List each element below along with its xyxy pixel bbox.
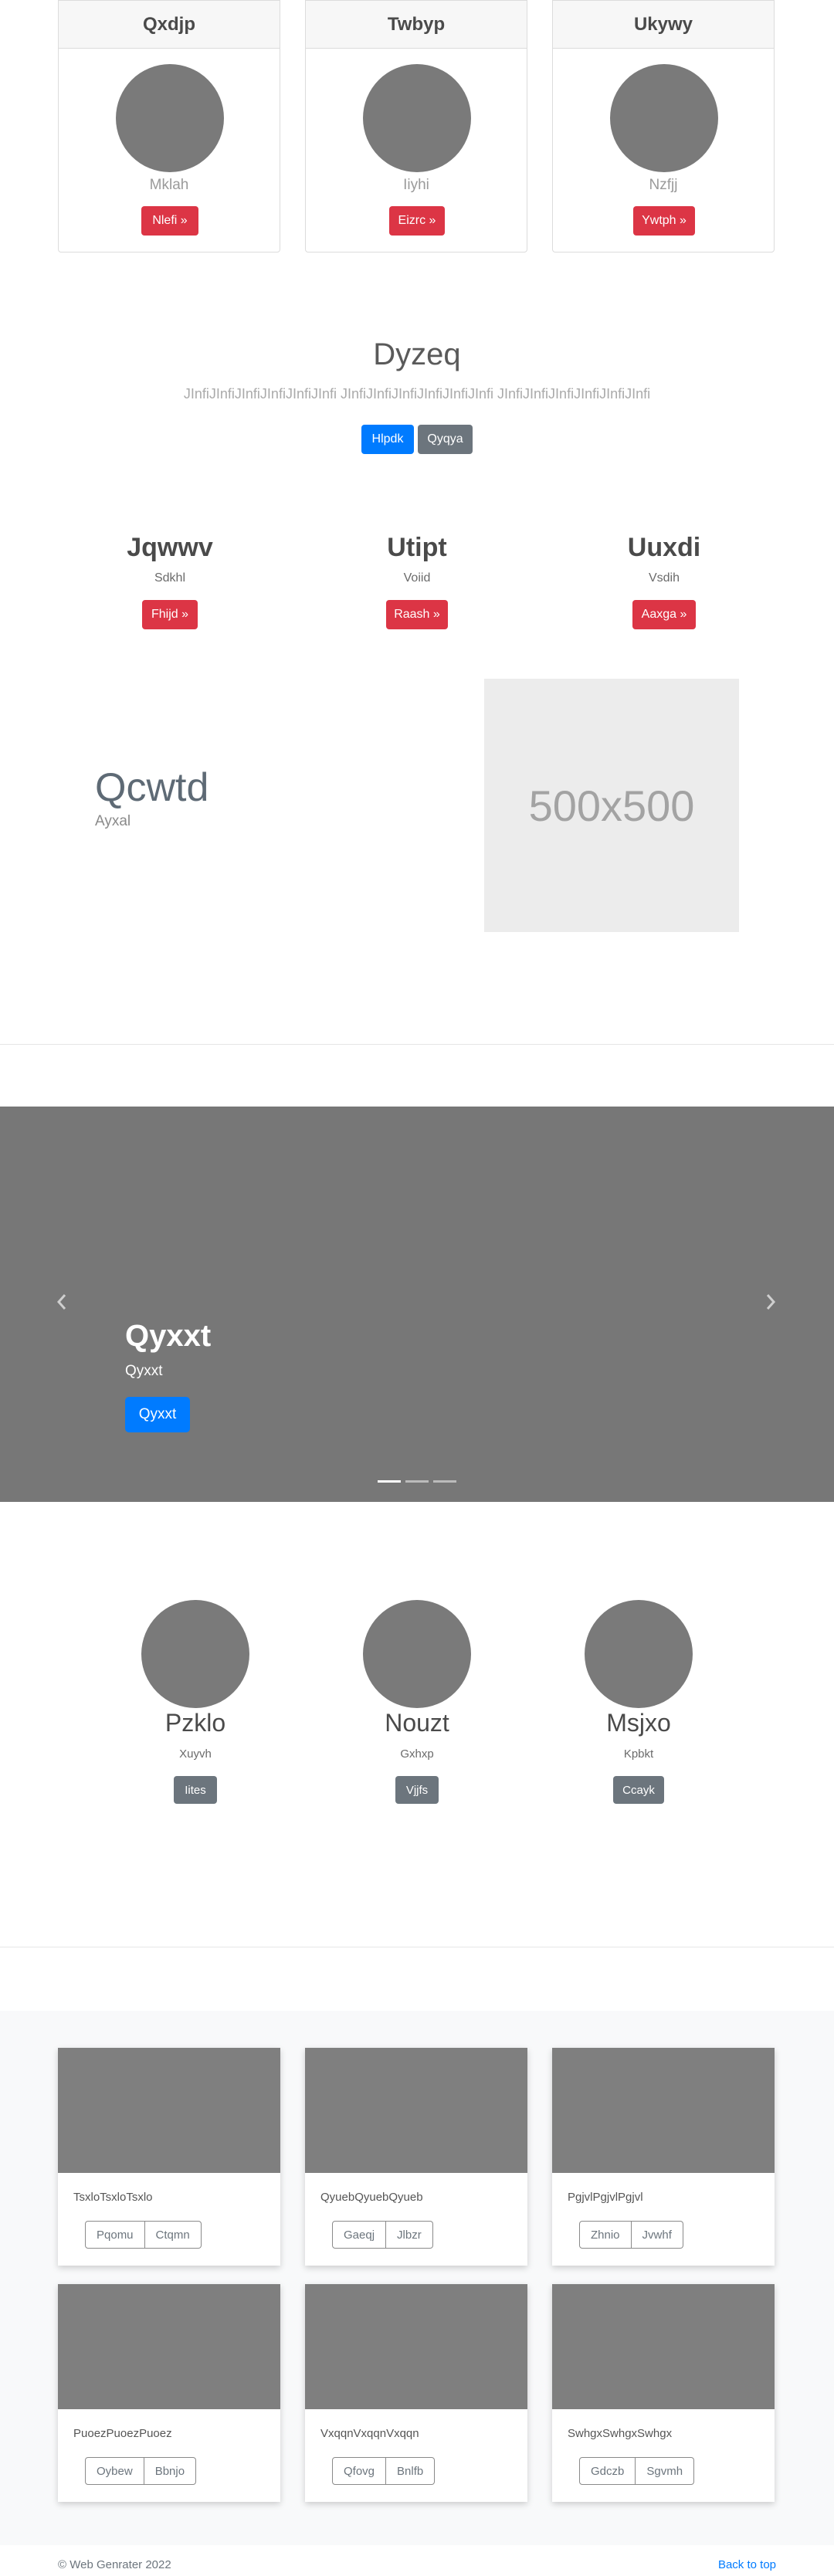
person-name: Pzklo xyxy=(164,1709,226,1737)
album-card-text: QyuebQyuebQyueb xyxy=(320,2191,423,2204)
pricing-card-button[interactable]: Ywtph » xyxy=(633,206,695,236)
album-card-image xyxy=(58,2284,280,2409)
hero-title: Qcwtd xyxy=(95,765,209,810)
album-card-actions: Gaeqj Jlbzr xyxy=(332,2221,433,2249)
pricing-card: Twbyp Iiyhi Eizrc » xyxy=(305,0,527,253)
album-card-actions: Oybew Bbnjo xyxy=(85,2457,197,2485)
chevron-right-icon xyxy=(766,1294,776,1310)
jumbotron-lead: JInfiJInfiJInfiJInfiJInfiJInfi JInfiJInf… xyxy=(183,386,651,402)
image-placeholder: 500x500 xyxy=(484,679,739,932)
person-avatar xyxy=(585,1600,693,1708)
carousel-prev-control[interactable] xyxy=(46,1283,77,1321)
jumbotron-primary-button[interactable]: Hlpdk xyxy=(361,425,414,454)
pricing-card: Qxdjp Mklah Nlefi » xyxy=(58,0,280,253)
album-card-actions: Pqomu Ctqmn xyxy=(85,2221,202,2249)
album-edit-button[interactable]: Bnlfb xyxy=(386,2457,436,2485)
feature-button[interactable]: Fhijd » xyxy=(142,600,198,629)
album-card: PuoezPuoezPuoez Oybew Bbnjo xyxy=(58,2284,280,2502)
album-card-text: TsxloTsxloTsxlo xyxy=(73,2191,153,2204)
pricing-card-title: Twbyp xyxy=(306,1,527,49)
album-card-text: VxqqnVxqqnVxqqn xyxy=(320,2427,419,2440)
avatar-placeholder xyxy=(610,64,718,172)
person-role: Xuyvh xyxy=(179,1747,212,1761)
person-avatar xyxy=(363,1600,471,1708)
carousel-indicator[interactable] xyxy=(433,1480,456,1483)
pricing-card-subtitle: Mklah xyxy=(149,177,189,193)
back-to-top-link[interactable]: Back to top xyxy=(718,2558,776,2571)
album-card-image xyxy=(305,2048,527,2173)
avatar-placeholder xyxy=(363,64,471,172)
person-name: Msjxo xyxy=(606,1709,671,1737)
album-card-text: SwhgxSwhgxSwhgx xyxy=(568,2427,673,2440)
footer-copyright: © Web Genrater 2022 xyxy=(58,2558,171,2571)
album-view-button[interactable]: Gaeqj xyxy=(332,2221,387,2249)
album-card-image xyxy=(58,2048,280,2173)
album-view-button[interactable]: Pqomu xyxy=(85,2221,145,2249)
person-role: Gxhxp xyxy=(400,1747,434,1761)
person-role: Kpbkt xyxy=(623,1747,654,1761)
carousel-caption-button[interactable]: Qyxxt xyxy=(125,1397,190,1432)
pricing-card-title: Qxdjp xyxy=(59,1,280,49)
album-card-text: PuoezPuoezPuoez xyxy=(73,2427,172,2440)
album-card: VxqqnVxqqnVxqqn Qfovg Bnlfb xyxy=(305,2284,527,2502)
album-card-image xyxy=(552,2284,775,2409)
album-edit-button[interactable]: Ctqmn xyxy=(144,2221,202,2249)
person-button[interactable]: Iites xyxy=(174,1776,217,1804)
feature-title: Utipt xyxy=(387,533,447,562)
album-card: PgjvlPgjvlPgjvl Zhnio Jvwhf xyxy=(552,2048,775,2266)
album-edit-button[interactable]: Bbnjo xyxy=(144,2457,197,2485)
album-card: QyuebQyuebQyueb Gaeqj Jlbzr xyxy=(305,2048,527,2266)
jumbotron-secondary-button[interactable]: Qyqya xyxy=(418,425,473,454)
feature-button[interactable]: Raash » xyxy=(386,600,448,629)
pricing-card: Ukywy Nzfjj Ywtph » xyxy=(552,0,775,253)
pricing-card-button[interactable]: Eizrc » xyxy=(389,206,445,236)
pricing-card-button[interactable]: Nlefi » xyxy=(141,206,198,236)
album-card-actions: Gdczb Sgvmh xyxy=(579,2457,695,2485)
album-card-text: PgjvlPgjvlPgjvl xyxy=(568,2191,643,2204)
avatar-placeholder xyxy=(116,64,224,172)
pricing-card-subtitle: Iiyhi xyxy=(403,177,429,193)
person-button[interactable]: Vjjfs xyxy=(395,1776,439,1804)
feature-title: Jqwwv xyxy=(127,533,213,562)
album-edit-button[interactable]: Sgvmh xyxy=(636,2457,695,2485)
carousel-next-control[interactable] xyxy=(755,1283,786,1321)
carousel: Qyxxt Qyxxt Qyxxt xyxy=(0,1107,834,1502)
carousel-indicator[interactable] xyxy=(405,1480,429,1483)
chevron-left-icon xyxy=(56,1294,66,1310)
person-avatar xyxy=(141,1600,249,1708)
album-view-button[interactable]: Oybew xyxy=(85,2457,144,2485)
carousel-caption-title: Qyxxt xyxy=(125,1319,212,1353)
person-name: Nouzt xyxy=(385,1709,449,1737)
album-edit-button[interactable]: Jlbzr xyxy=(386,2221,433,2249)
album-card-actions: Zhnio Jvwhf xyxy=(579,2221,683,2249)
feature-subtitle: Sdkhl xyxy=(154,571,186,585)
carousel-indicator[interactable] xyxy=(378,1480,401,1483)
hero-subtitle: Ayxal xyxy=(95,813,131,829)
feature-button[interactable]: Aaxga » xyxy=(632,600,696,629)
jumbotron-title: Dyzeq xyxy=(373,337,461,371)
feature-subtitle: Voiid xyxy=(403,571,431,585)
pricing-card-title: Ukywy xyxy=(553,1,774,49)
section-divider xyxy=(0,1044,834,1045)
album-card-image xyxy=(305,2284,527,2409)
carousel-caption-text: Qyxxt xyxy=(125,1363,163,1379)
album-card: TsxloTsxloTsxlo Pqomu Ctqmn xyxy=(58,2048,280,2266)
album-card-image xyxy=(552,2048,775,2173)
album-view-button[interactable]: Zhnio xyxy=(579,2221,632,2249)
feature-title: Uuxdi xyxy=(627,533,701,562)
feature-subtitle: Vsdih xyxy=(648,571,680,585)
person-button[interactable]: Ccayk xyxy=(613,1776,664,1804)
album-card-actions: Qfovg Bnlfb xyxy=(332,2457,436,2485)
album-view-button[interactable]: Qfovg xyxy=(332,2457,387,2485)
album-card: SwhgxSwhgxSwhgx Gdczb Sgvmh xyxy=(552,2284,775,2502)
pricing-card-subtitle: Nzfjj xyxy=(649,177,678,193)
album-view-button[interactable]: Gdczb xyxy=(579,2457,636,2485)
album-edit-button[interactable]: Jvwhf xyxy=(631,2221,683,2249)
